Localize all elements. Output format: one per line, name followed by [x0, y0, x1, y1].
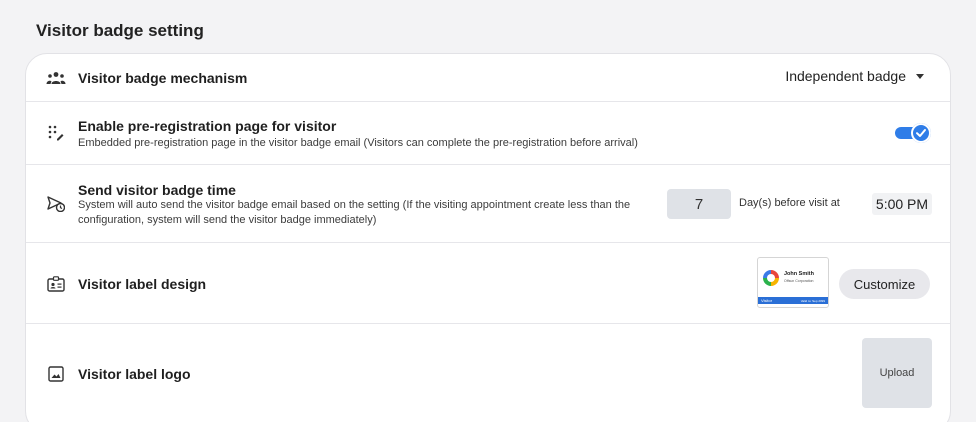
badge-visitor-name: John Smith	[784, 271, 814, 277]
mechanism-dropdown[interactable]: Independent badge	[785, 68, 924, 84]
setting-row-mechanism: Visitor badge mechanism Independent badg…	[26, 54, 950, 102]
mechanism-title: Visitor badge mechanism	[78, 70, 248, 86]
page-title: Visitor badge setting	[36, 21, 204, 40]
badge-preview: John Smith Offsun Corporation Visitor Va…	[757, 257, 829, 308]
pre-registration-toggle[interactable]	[895, 123, 931, 143]
setting-row-label-design: Visitor label design John Smith Offsun C…	[26, 243, 950, 324]
send-time-title: Send visitor badge time	[78, 182, 236, 198]
send-time-picker[interactable]: 5:00 PM	[872, 193, 932, 215]
customize-button[interactable]: Customize	[839, 269, 930, 299]
badge-footer-bar: Visitor Valid to: Sep 2099	[758, 297, 828, 304]
days-before-input[interactable]: 7	[667, 189, 731, 219]
setting-row-label-logo: Visitor label logo Upload	[26, 324, 950, 422]
badge-bar-date: Valid to: Sep 2099	[800, 298, 825, 303]
id-badge-icon	[46, 274, 66, 294]
upload-button[interactable]: Upload	[862, 338, 932, 408]
mechanism-selected-value: Independent badge	[785, 68, 906, 84]
setting-row-send-time: Send visitor badge time System will auto…	[26, 165, 950, 243]
pre-registration-title: Enable pre-registration page for visitor	[78, 118, 337, 134]
badge-company-name: Offsun Corporation	[784, 279, 814, 283]
send-time-description: System will auto send the visitor badge …	[78, 199, 631, 226]
dots-edit-icon	[46, 123, 66, 143]
label-design-title: Visitor label design	[78, 276, 207, 292]
days-before-label: Day(s) before visit at	[739, 197, 840, 209]
pre-registration-description: Embedded pre-registration page in the vi…	[78, 137, 638, 149]
company-logo	[763, 270, 779, 286]
send-clock-icon	[46, 194, 66, 214]
settings-card: Visitor badge mechanism Independent badg…	[25, 53, 951, 422]
chevron-down-icon	[916, 73, 924, 79]
people-group-icon	[46, 68, 66, 88]
badge-bar-label: Visitor	[761, 298, 773, 303]
check-icon	[911, 123, 931, 143]
label-logo-title: Visitor label logo	[78, 366, 191, 382]
image-icon	[46, 364, 66, 384]
setting-row-pre-registration: Enable pre-registration page for visitor…	[26, 102, 950, 165]
